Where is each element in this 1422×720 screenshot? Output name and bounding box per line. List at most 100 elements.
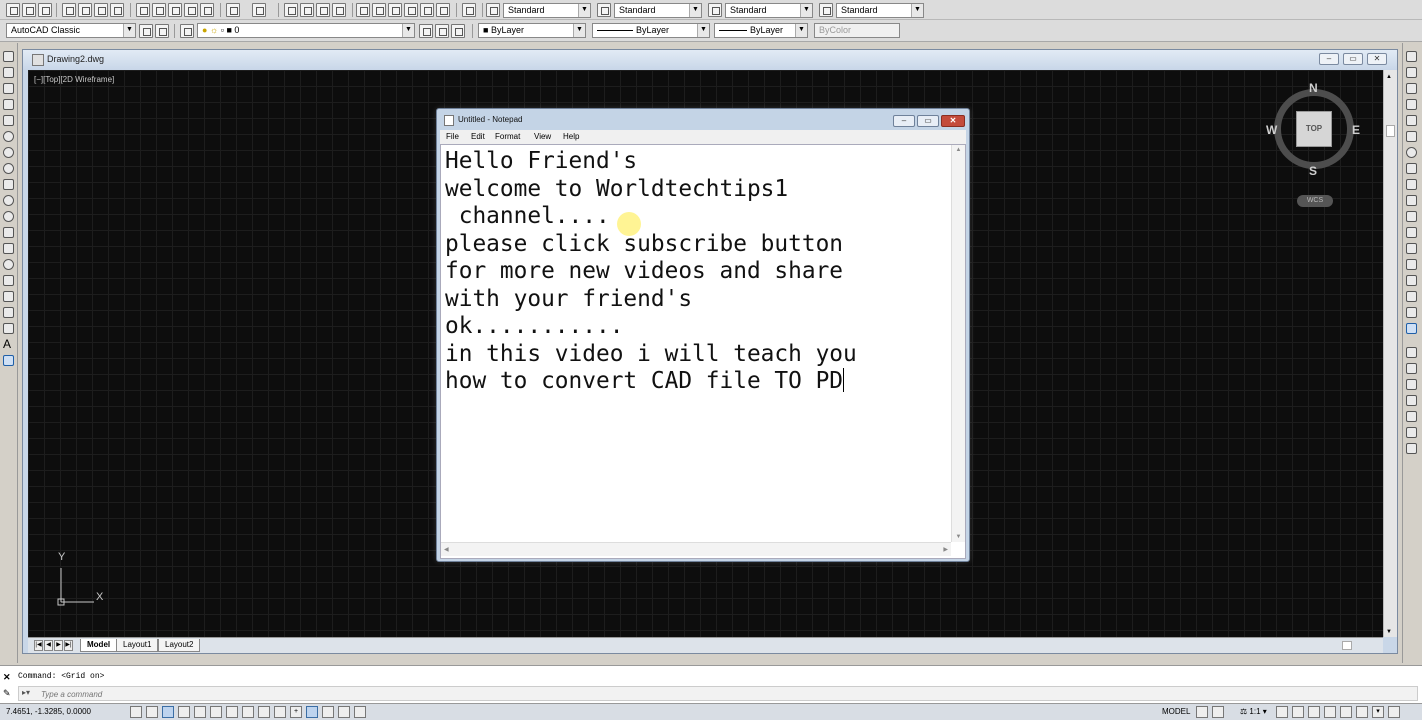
lock-ui-icon[interactable] xyxy=(1324,706,1336,718)
sheet-set-icon[interactable] xyxy=(404,3,418,17)
block-editor-icon[interactable] xyxy=(200,3,214,17)
lineweight-toggle-icon[interactable]: + xyxy=(290,706,302,718)
wrench-icon[interactable]: ✎ xyxy=(3,688,11,699)
minimize-button[interactable]: – xyxy=(1319,53,1339,65)
move-icon[interactable] xyxy=(1406,131,1417,142)
tab-layout1[interactable]: Layout1 xyxy=(116,639,159,652)
notepad-close-button[interactable]: ✕ xyxy=(941,115,965,127)
notepad-vertical-scrollbar[interactable]: ▲ ▼ xyxy=(951,145,965,542)
wcs-menu[interactable]: WCS xyxy=(1297,195,1333,207)
model-space-toggle[interactable]: MODEL xyxy=(1162,707,1190,716)
undo-icon[interactable] xyxy=(226,3,240,17)
erase-icon[interactable] xyxy=(1406,51,1417,62)
close-button[interactable]: ✕ xyxy=(1367,53,1387,65)
help-icon[interactable] xyxy=(462,3,476,17)
cursor-coordinates[interactable]: 7.4651, -1.3285, 0.0000 xyxy=(6,707,91,716)
publish-icon[interactable] xyxy=(94,3,108,17)
viewcube[interactable]: TOP N S E W xyxy=(1266,81,1360,178)
object-snap-icon[interactable] xyxy=(210,706,222,718)
zoom-realtime-icon[interactable] xyxy=(300,3,314,17)
chamfer-icon[interactable] xyxy=(1406,275,1417,286)
annotation-monitor-icon[interactable] xyxy=(354,706,366,718)
3d-print-icon[interactable] xyxy=(110,3,124,17)
bring-to-front-icon[interactable] xyxy=(1406,363,1417,374)
selection-cycling-icon[interactable] xyxy=(338,706,350,718)
pan-icon[interactable] xyxy=(284,3,298,17)
design-center-icon[interactable] xyxy=(372,3,386,17)
send-to-back-icon[interactable] xyxy=(1406,379,1417,390)
compass-north[interactable]: N xyxy=(1309,81,1318,95)
layer-properties-icon[interactable] xyxy=(180,24,194,38)
menu-help[interactable]: Help xyxy=(563,132,579,141)
properties-icon[interactable] xyxy=(356,3,370,17)
dynamic-input-icon[interactable] xyxy=(274,706,286,718)
notepad-text[interactable]: Hello Friend's welcome to Worldtechtips1 … xyxy=(445,148,945,538)
scroll-right-icon[interactable]: ▶ xyxy=(943,546,948,553)
multiline-text-icon[interactable]: A xyxy=(3,338,14,350)
array-icon[interactable] xyxy=(1406,115,1417,126)
point-icon[interactable] xyxy=(3,259,14,270)
color-select[interactable]: ■ ByLayer ▼ xyxy=(478,23,586,38)
polygon-icon[interactable] xyxy=(3,99,14,110)
make-block-icon[interactable] xyxy=(3,243,14,254)
add-selected-icon[interactable] xyxy=(3,355,14,366)
notepad-text-area[interactable]: Hello Friend's welcome to Worldtechtips1 … xyxy=(440,144,966,559)
quick-view-layouts-icon[interactable] xyxy=(1196,706,1208,718)
snap-mode-icon[interactable] xyxy=(146,706,158,718)
save-icon[interactable] xyxy=(38,3,52,17)
bring-above-icon[interactable] xyxy=(1406,395,1417,406)
polyline-icon[interactable] xyxy=(3,83,14,94)
vertical-scrollbar[interactable]: ▲ ▼ xyxy=(1383,70,1397,637)
break-icon[interactable] xyxy=(1406,243,1417,254)
join-icon[interactable] xyxy=(1406,259,1417,270)
open-icon[interactable] xyxy=(22,3,36,17)
notepad-title-bar[interactable]: Untitled - Notepad – ▭ ✕ xyxy=(437,109,969,129)
viewcube-top-face[interactable]: TOP xyxy=(1296,111,1332,147)
ellipse-arc-icon[interactable] xyxy=(3,211,14,222)
ellipse-icon[interactable] xyxy=(3,195,14,206)
construction-line-icon[interactable] xyxy=(3,67,14,78)
hatch-icon[interactable] xyxy=(3,275,14,286)
send-under-icon[interactable] xyxy=(1406,411,1417,422)
status-bar-menu-icon[interactable]: ▾ xyxy=(1372,706,1384,718)
spline-icon[interactable] xyxy=(3,179,14,190)
region-icon[interactable] xyxy=(3,307,14,318)
quick-properties-icon[interactable] xyxy=(322,706,334,718)
revision-cloud-icon[interactable] xyxy=(3,163,14,174)
workspace-select[interactable]: AutoCAD Classic ▼ xyxy=(6,23,136,38)
menu-edit[interactable]: Edit xyxy=(471,132,485,141)
blend-curves-icon[interactable] xyxy=(1406,307,1417,318)
gradient-icon[interactable] xyxy=(3,291,14,302)
paste-icon[interactable] xyxy=(168,3,182,17)
scroll-down-icon[interactable]: ▼ xyxy=(952,534,965,540)
command-prompt-icon[interactable]: ▸▾ xyxy=(22,688,30,697)
last-tab-icon[interactable]: ▶| xyxy=(64,640,73,651)
dynamic-ucs-icon[interactable] xyxy=(258,706,270,718)
new-icon[interactable] xyxy=(6,3,20,17)
trim-icon[interactable] xyxy=(1406,195,1417,206)
break-at-point-icon[interactable] xyxy=(1406,227,1417,238)
cut-icon[interactable] xyxy=(136,3,150,17)
workspace-settings-icon[interactable] xyxy=(139,24,153,38)
horizontal-scroll-thumb[interactable] xyxy=(1342,641,1352,650)
layer-previous-icon[interactable] xyxy=(435,24,449,38)
explode-icon[interactable] xyxy=(1406,323,1417,334)
line-icon[interactable] xyxy=(3,51,14,62)
object-snap-tracking-icon[interactable] xyxy=(242,706,254,718)
arc-icon[interactable] xyxy=(3,131,14,142)
make-current-layer-icon[interactable] xyxy=(419,24,433,38)
scroll-thumb[interactable] xyxy=(1386,125,1395,137)
transparency-icon[interactable] xyxy=(306,706,318,718)
text-to-front-icon[interactable] xyxy=(1406,427,1417,438)
menu-format[interactable]: Format xyxy=(495,132,520,141)
hatch-to-back-icon[interactable] xyxy=(1406,443,1417,454)
compass-south[interactable]: S xyxy=(1309,164,1317,178)
close-icon[interactable]: ✕ xyxy=(3,672,11,683)
notepad-minimize-button[interactable]: – xyxy=(893,115,915,127)
3d-object-snap-icon[interactable] xyxy=(226,706,238,718)
quick-view-drawings-icon[interactable] xyxy=(1212,706,1224,718)
circle-icon[interactable] xyxy=(3,147,14,158)
isolate-objects-icon[interactable] xyxy=(1356,706,1368,718)
restore-button[interactable]: ▭ xyxy=(1343,53,1363,65)
rotate-icon[interactable] xyxy=(1406,147,1417,158)
